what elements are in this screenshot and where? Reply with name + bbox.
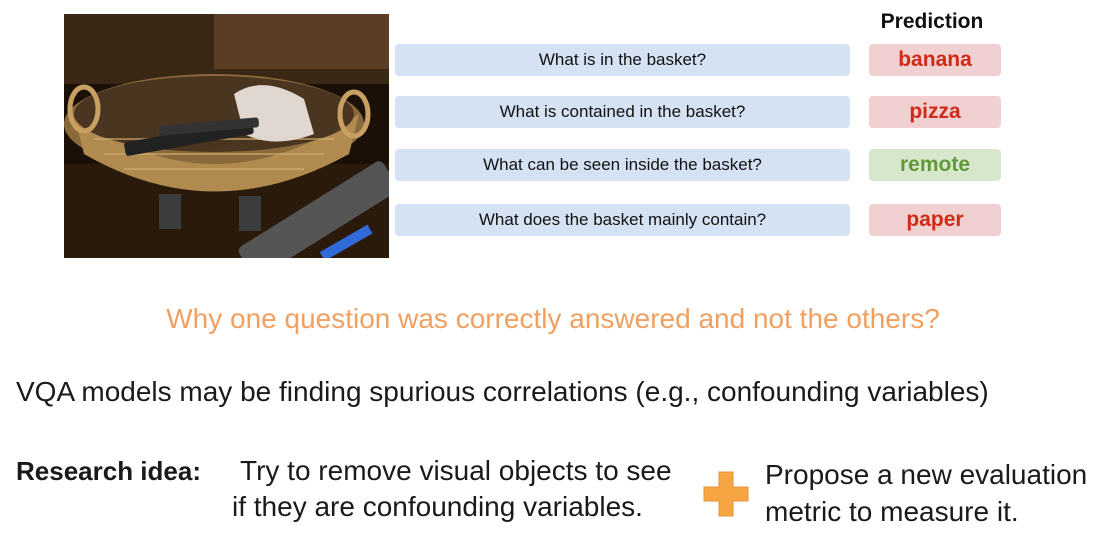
research-idea-label: Research idea: (16, 456, 201, 486)
proposal-line: Propose a new evaluation (765, 459, 1088, 490)
research-idea-line: Try to remove visual objects to see (240, 455, 672, 486)
research-idea-line: if they are confounding variables. (232, 491, 643, 522)
proposal-line: metric to measure it. (765, 496, 1019, 527)
question-box: What does the basket mainly contain? (395, 204, 850, 236)
question-box: What can be seen inside the basket? (395, 149, 850, 181)
question-box: What is in the basket? (395, 44, 850, 76)
plus-icon (702, 470, 750, 518)
prediction-badge: banana (869, 44, 1001, 76)
claim-text: VQA models may be finding spurious corre… (16, 376, 989, 407)
prediction-header: Prediction (880, 10, 984, 33)
prediction-badge: pizza (869, 96, 1001, 128)
question-box: What is contained in the basket? (395, 96, 850, 128)
basket-photo (64, 14, 389, 258)
why-question: Why one question was correctly answered … (166, 303, 940, 334)
prediction-badge: remote (869, 149, 1001, 181)
prediction-badge: paper (869, 204, 1001, 236)
